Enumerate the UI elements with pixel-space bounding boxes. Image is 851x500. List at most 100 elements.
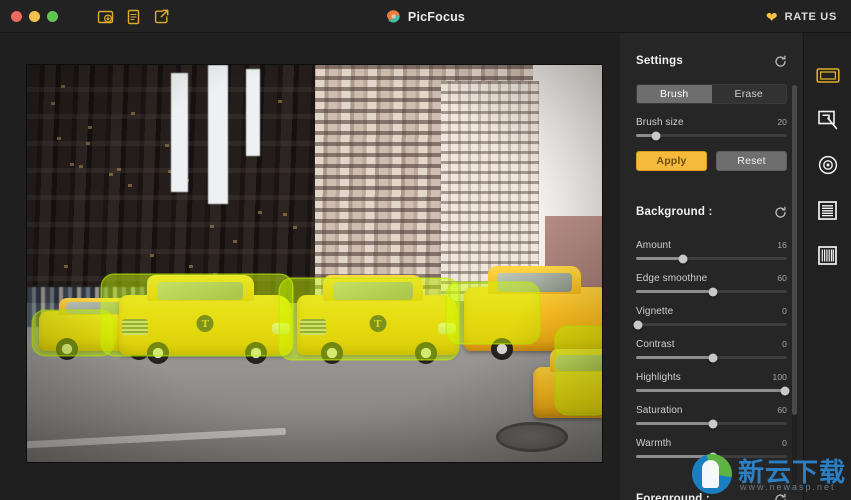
background-slider-row: Saturation 60: [636, 405, 787, 425]
background-slider-row: Vignette 0: [636, 306, 787, 326]
close-button[interactable]: [11, 11, 22, 22]
minimize-button[interactable]: [29, 11, 40, 22]
app-window: PicFocus ❤ RATE US T T Settings Brush Er…: [0, 0, 851, 500]
background-slider-value: 16: [777, 240, 787, 250]
rate-us-button[interactable]: ❤ RATE US: [766, 0, 837, 33]
brush-size-slider[interactable]: [636, 134, 787, 137]
focus-tool-icon[interactable]: [816, 153, 840, 177]
photo-lit-window: [109, 173, 113, 176]
background-slider-value: 100: [773, 372, 787, 382]
rate-us-label: RATE US: [785, 11, 837, 23]
background-slider-label: Warmth: [636, 438, 671, 449]
brush-size-label: Brush size: [636, 117, 684, 128]
photo-lit-window: [88, 126, 92, 129]
background-header: Background :: [636, 197, 787, 227]
tool-rail: [803, 33, 851, 500]
photo-lit-window: [165, 144, 169, 147]
traffic-light-group: [11, 11, 58, 22]
background-slider-row: Warmth 0: [636, 438, 787, 458]
erase-mode-button[interactable]: Erase: [712, 85, 787, 103]
photo-lit-window: [57, 137, 61, 140]
selection-mask-stroke: [33, 311, 114, 355]
background-slider-label: Edge smoothne: [636, 273, 707, 284]
background-slider-value: 0: [782, 339, 787, 349]
background-slider[interactable]: [636, 455, 787, 458]
photo-window-slit: [246, 69, 260, 156]
photo-lit-window: [70, 163, 74, 166]
background-slider-row: Amount 16: [636, 240, 787, 260]
photo-lit-window: [79, 165, 83, 168]
frame-tool-icon[interactable]: [816, 63, 840, 87]
foreground-header: Foreground :: [636, 484, 787, 500]
photo-lit-window: [61, 85, 65, 88]
heart-icon: ❤: [766, 10, 778, 24]
refresh-icon[interactable]: [774, 206, 787, 219]
background-slider-label: Amount: [636, 240, 671, 251]
photo-window-slit: [208, 65, 228, 204]
background-slider[interactable]: [636, 290, 787, 293]
panel-scrollbar-thumb[interactable]: [792, 85, 797, 415]
open-image-icon[interactable]: [96, 7, 115, 26]
brush-mode-button[interactable]: Brush: [637, 85, 712, 103]
background-slider[interactable]: [636, 323, 787, 326]
stripes-tool-icon[interactable]: [816, 243, 840, 267]
background-slider[interactable]: [636, 422, 787, 425]
photo-lit-window: [51, 102, 55, 105]
background-slider-value: 0: [782, 306, 787, 316]
refresh-icon[interactable]: [774, 55, 787, 68]
photo-lit-window: [210, 225, 214, 228]
foreground-title: Foreground :: [636, 493, 710, 500]
background-slider-label: Contrast: [636, 339, 675, 350]
photo-lit-window: [189, 265, 193, 268]
photo-lit-window: [293, 226, 297, 229]
photo-lit-window: [150, 254, 154, 257]
settings-panel: Settings Brush Erase Brush size 20 Apply…: [620, 33, 803, 500]
titlebar-tools: [96, 7, 171, 26]
canvas-area: T T: [0, 33, 620, 500]
document-icon[interactable]: [124, 7, 143, 26]
photo-manhole: [496, 422, 568, 452]
background-slider[interactable]: [636, 257, 787, 260]
settings-panel-content: Settings Brush Erase Brush size 20 Apply…: [620, 33, 803, 500]
selection-mask-stroke: [280, 279, 458, 358]
photo-lit-window: [258, 211, 262, 214]
background-slider-label: Saturation: [636, 405, 683, 416]
background-slider-row: Highlights 100: [636, 372, 787, 392]
photo-lit-window: [233, 240, 237, 243]
background-sliders: Amount 16 Edge smoothne 60 Vignette 0 Contrast…: [636, 240, 787, 458]
reset-button[interactable]: Reset: [716, 151, 787, 171]
selection-mask-stroke: [102, 275, 292, 354]
title-bar: PicFocus ❤ RATE US: [0, 0, 851, 33]
settings-title: Settings: [636, 55, 683, 67]
background-slider-value: 60: [777, 405, 787, 415]
photo-lit-window: [283, 213, 287, 216]
app-title-label: PicFocus: [408, 10, 465, 24]
picfocus-logo-icon: [386, 9, 401, 24]
photo-lit-window: [86, 142, 90, 145]
brush-erase-toggle[interactable]: Brush Erase: [636, 84, 787, 104]
brush-size-value: 20: [777, 117, 787, 127]
background-slider-label: Vignette: [636, 306, 673, 317]
selection-mask-stroke: [447, 283, 539, 343]
crop-tool-icon[interactable]: [816, 108, 840, 132]
selection-mask-stroke: [556, 327, 602, 414]
photo-lit-window: [131, 112, 135, 115]
panel-scrollbar[interactable]: [792, 85, 797, 485]
photo-lit-window: [117, 168, 121, 171]
background-slider-row: Contrast 0: [636, 339, 787, 359]
background-slider-label: Highlights: [636, 372, 681, 383]
filters-tool-icon[interactable]: [816, 198, 840, 222]
zoom-button[interactable]: [47, 11, 58, 22]
photo-lit-window: [64, 265, 68, 268]
share-export-icon[interactable]: [152, 7, 171, 26]
background-slider-value: 60: [777, 273, 787, 283]
background-title: Background :: [636, 206, 713, 218]
photo-canvas[interactable]: T T: [27, 65, 602, 462]
background-slider[interactable]: [636, 356, 787, 359]
background-slider[interactable]: [636, 389, 787, 392]
background-slider-value: 0: [782, 438, 787, 448]
background-slider-row: Edge smoothne 60: [636, 273, 787, 293]
photo-lit-window: [128, 184, 132, 187]
apply-button[interactable]: Apply: [636, 151, 707, 171]
refresh-icon[interactable]: [774, 493, 787, 500]
